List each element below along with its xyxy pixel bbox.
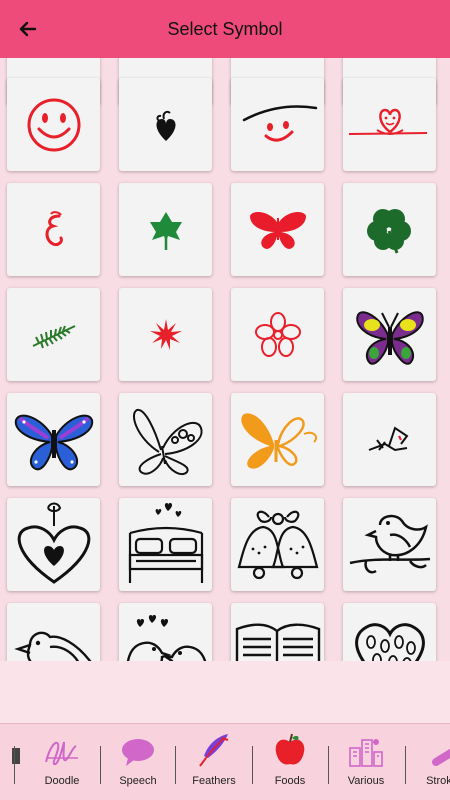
fern-icon [32,324,75,348]
category-label: Stroke [426,775,450,787]
symbol-tile-wink-face[interactable] [231,78,324,171]
bird-sketch-icon [13,631,91,661]
pattern-heart-icon [354,622,425,661]
category-label: Various [347,775,385,787]
leaf-icon [149,211,182,250]
symbol-tile-orange-butterfly[interactable] [231,393,324,486]
symbol-tile-kissing-birds[interactable] [119,603,212,661]
signature-icon [45,741,78,766]
scribble-icon [368,425,408,451]
blue-butterfly-icon [14,414,93,470]
symbol-tile-hanging-heart[interactable] [7,498,100,591]
category-label: Speech [119,775,157,787]
divider [405,746,406,784]
category-speech[interactable]: Speech [106,724,170,800]
open-book-icon [235,623,320,661]
stroke-icon [432,748,450,766]
heart-swirl-icon [155,110,176,141]
bird-on-branch-icon [349,514,430,573]
symbol-tile-smiley-face[interactable] [7,78,100,171]
symbol-tile-green-leaf[interactable] [119,183,212,276]
divider [328,746,329,784]
symbol-tile-open-book[interactable] [231,603,324,661]
wink-face-icon [242,104,317,142]
symbol-tile-colorful-butterfly[interactable] [343,288,436,381]
buildings-icon [349,739,383,767]
hanging-heart-icon [17,502,90,584]
symbol-tile-clover[interactable] [343,183,436,276]
app-bar: Select Symbol [0,0,450,58]
kissing-birds-icon [126,614,206,661]
symbol-tile-butterfly-sketch[interactable] [119,393,212,486]
heart-line-icon [348,108,427,135]
symbol-tile-bed[interactable] [119,498,212,591]
smiley-face-icon [27,98,80,151]
category-label: Doodle [44,775,80,787]
symbol-tile-wedding-bells[interactable] [231,498,324,591]
orange-butterfly-icon [240,412,317,469]
category-feathers[interactable]: Feathers [182,724,246,800]
symbol-tile-blue-butterfly[interactable] [7,393,100,486]
apple-icon [275,733,305,765]
empty-area [0,661,450,723]
divider [14,746,15,784]
symbol-grid [0,58,450,661]
symbol-tile-scribble[interactable] [343,393,436,486]
flower-outline-icon [254,311,301,357]
category-label: Feathers [192,775,236,787]
butterfly-icon [249,211,306,249]
category-partial[interactable] [0,724,34,800]
category-bar[interactable]: Doodle Speech Feathers Foods Various Str… [0,723,450,800]
partial-icon [12,748,20,764]
category-various[interactable]: Various [334,724,398,800]
symbol-tile-swirl-letter[interactable] [7,183,100,276]
symbol-tile-bird-sketch[interactable] [7,603,100,661]
category-label: Foods [274,775,306,787]
butterfly-sketch-icon [132,408,202,475]
category-stroke[interactable]: Stroke [410,724,450,800]
divider [100,746,101,784]
divider [252,746,253,784]
symbol-tile-red-butterfly[interactable] [231,183,324,276]
category-doodle[interactable]: Doodle [30,724,94,800]
star-flower-icon [149,318,182,350]
bed-icon [128,502,203,583]
symbol-tile-fern[interactable] [7,288,100,381]
clover-icon [366,208,411,254]
symbol-tile-outline-flower[interactable] [231,288,324,381]
colorful-butterfly-icon [355,310,424,365]
feather-icon [199,734,229,767]
symbol-tile-heart-line[interactable] [343,78,436,171]
page-title: Select Symbol [167,19,283,39]
symbol-tile-bird-on-branch[interactable] [343,498,436,591]
divider [175,746,176,784]
category-foods[interactable]: Foods [258,724,322,800]
symbol-tile-star-flower[interactable] [119,288,212,381]
symbol-tile-heart-swirl[interactable] [119,78,212,171]
symbol-tile-pattern-heart[interactable] [343,603,436,661]
speech-bubble-icon [122,739,154,766]
swirl-letter-icon [45,210,63,246]
wedding-bells-icon [237,510,318,579]
